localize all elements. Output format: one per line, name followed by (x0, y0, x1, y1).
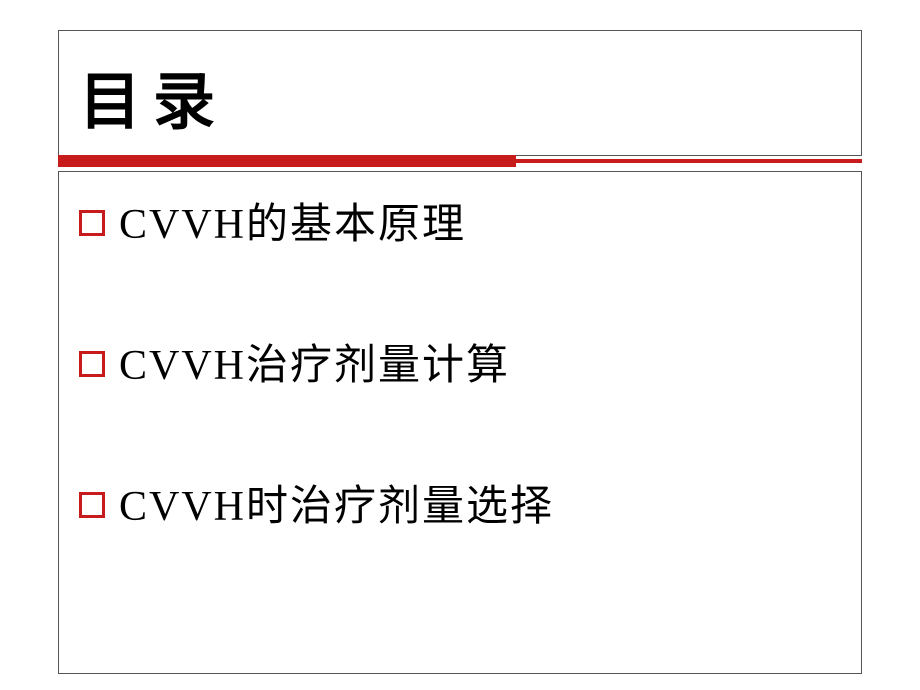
bullet-icon (79, 492, 105, 518)
slide-title: 目录 (79, 51, 841, 141)
list-item-text: CVVH的基本原理 (119, 190, 466, 251)
list-item-text: CVVH时治疗剂量选择 (119, 472, 554, 533)
slide-container: 目录 CVVH的基本原理 CVVH治疗剂量计算 CVVH时治疗剂量选择 (0, 0, 920, 690)
accent-bar-thin (516, 159, 862, 163)
bullet-icon (79, 351, 105, 377)
title-box: 目录 (58, 30, 862, 156)
list-item-text: CVVH治疗剂量计算 (119, 331, 510, 392)
list-item: CVVH的基本原理 (79, 190, 837, 251)
accent-divider (58, 155, 862, 167)
list-item: CVVH治疗剂量计算 (79, 331, 837, 392)
bullet-icon (79, 210, 105, 236)
list-item: CVVH时治疗剂量选择 (79, 472, 837, 533)
content-box: CVVH的基本原理 CVVH治疗剂量计算 CVVH时治疗剂量选择 (58, 171, 862, 674)
accent-bar-thick (58, 155, 516, 167)
